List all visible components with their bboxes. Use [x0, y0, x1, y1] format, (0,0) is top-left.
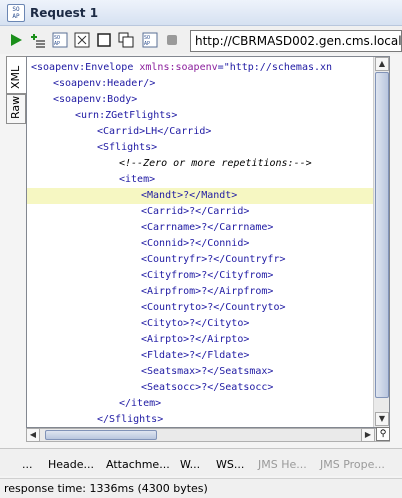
scroll-right-arrow-icon[interactable]: ▶ [361, 428, 375, 442]
bottom-tab[interactable]: WS... [216, 458, 244, 471]
magnifier-icon[interactable]: ⚲ [376, 427, 390, 441]
xml-token: <soapenv:Body> [53, 94, 138, 105]
vertical-scrollbar[interactable]: ▲ ▼ [373, 57, 389, 427]
xml-token: <Carrid>LH</Carrid> [97, 126, 212, 137]
xml-line[interactable]: <Carrid>LH</Carrid> [27, 124, 373, 140]
submit-request-icon[interactable] [8, 32, 24, 48]
xml-line[interactable]: <soapenv:Envelope xmlns:soapenv="http://… [27, 60, 373, 76]
xml-token: <soapenv:Header/> [53, 78, 156, 89]
xml-token: <Carrid>?</Carrid> [141, 206, 250, 217]
xml-token: <!--Zero or more repetitions:--> [119, 158, 312, 169]
copy-icon[interactable] [118, 32, 134, 48]
xml-line[interactable]: <Airpto>?</Airpto> [27, 332, 373, 348]
bottom-tab[interactable]: Heade... [48, 458, 94, 471]
xml-line[interactable]: <Fldate>?</Fldate> [27, 348, 373, 364]
xml-line[interactable]: <Carrid>?</Carrid> [27, 204, 373, 220]
xml-line[interactable]: <Cityfrom>?</Cityfrom> [27, 268, 373, 284]
xml-line[interactable]: <Seatsocc>?</Seatsocc> [27, 380, 373, 396]
horizontal-scrollbar[interactable]: ◀ ▶ [26, 428, 390, 442]
xml-line[interactable]: <soapenv:Body> [27, 92, 373, 108]
xml-line[interactable]: <Countryfr>?</Countryfr> [27, 252, 373, 268]
vertical-scroll-thumb[interactable] [375, 72, 389, 398]
xml-line[interactable]: <!--Zero or more repetitions:--> [27, 156, 373, 172]
bottom-tab[interactable]: ... [22, 458, 33, 471]
xml-token: <Fldate>?</Fldate> [141, 350, 250, 361]
xml-token: <Mandt>?</Mandt> [141, 190, 238, 201]
scroll-up-arrow-icon[interactable]: ▲ [375, 57, 389, 71]
add-endpoint-icon[interactable] [30, 32, 46, 48]
soapui-logo-icon: SO AP [7, 4, 25, 22]
xml-token: <Cityfrom>?</Cityfrom> [141, 270, 274, 281]
xml-token: "http://schemas.xn [223, 62, 333, 73]
xml-token: <Carrname>?</Carrname> [141, 222, 274, 233]
xml-token: <urn:ZGetFlights> [75, 110, 178, 121]
settings-icon[interactable]: SOAP [142, 32, 158, 48]
xml-token: <Cityto>?</Cityto> [141, 318, 250, 329]
xml-line[interactable]: <Seatsmax>?</Seatsmax> [27, 364, 373, 380]
square-icon[interactable] [96, 32, 112, 48]
svg-text:AP: AP [144, 41, 150, 47]
form-view-icon[interactable] [74, 32, 90, 48]
wsdl-icon[interactable]: SOAP [52, 32, 68, 48]
xml-line[interactable]: </Sflights> [27, 412, 373, 427]
xml-line[interactable]: <Countryto>?</Countryto> [27, 300, 373, 316]
tab-xml[interactable]: XML [6, 56, 26, 94]
bottom-tab[interactable]: JMS He... [258, 458, 307, 471]
xml-line[interactable]: <Airpfrom>?</Airpfrom> [27, 284, 373, 300]
xml-token: <item> [119, 174, 156, 185]
xml-token: xmlns:soapenv [139, 62, 218, 73]
svg-text:AP: AP [54, 41, 60, 47]
xml-line[interactable]: <Cityto>?</Cityto> [27, 316, 373, 332]
endpoint-url-field[interactable]: http://CBRMASD002.gen.cms.local:8002 [190, 30, 402, 52]
xml-token: <Connid>?</Connid> [141, 238, 250, 249]
xml-line[interactable]: <Carrname>?</Carrname> [27, 220, 373, 236]
xml-token: <soapenv:Envelope [31, 62, 140, 73]
horizontal-scroll-thumb[interactable] [45, 430, 157, 440]
xml-token: <Airpfrom>?</Airpfrom> [141, 286, 274, 297]
bottom-tab[interactable]: W... [180, 458, 200, 471]
xml-line[interactable]: <Sflights> [27, 140, 373, 156]
scroll-down-arrow-icon[interactable]: ▼ [375, 412, 389, 426]
response-time-text: response time: 1336ms (4300 bytes) [4, 482, 208, 495]
xml-token: <Sflights> [97, 142, 158, 153]
xml-token: <Airpto>?</Airpto> [141, 334, 250, 345]
xml-token: <Countryto>?</Countryto> [141, 302, 286, 313]
xml-token: <Seatsmax>?</Seatsmax> [141, 366, 274, 377]
status-bar: response time: 1336ms (4300 bytes) [0, 478, 402, 498]
xml-token: </item> [119, 398, 162, 409]
xml-token: </Sflights> [97, 414, 164, 425]
scroll-left-arrow-icon[interactable]: ◀ [26, 428, 40, 442]
xml-line[interactable]: <item> [27, 172, 373, 188]
xml-line[interactable]: <Mandt>?</Mandt> [27, 188, 373, 204]
window-title: Request 1 [30, 6, 99, 20]
xml-line[interactable]: </item> [27, 396, 373, 412]
xml-line[interactable]: <soapenv:Header/> [27, 76, 373, 92]
xml-token: <Countryfr>?</Countryfr> [141, 254, 286, 265]
xml-line[interactable]: <Connid>?</Connid> [27, 236, 373, 252]
xml-line[interactable]: <urn:ZGetFlights> [27, 108, 373, 124]
stop-icon[interactable] [164, 32, 180, 48]
toolbar: SO AP SO AP http://CBRMASD002.gen.cms.loca… [0, 26, 402, 54]
xml-code[interactable]: <soapenv:Envelope xmlns:soapenv="http://… [27, 60, 373, 427]
tab-xml-label: XML [9, 65, 22, 89]
tab-raw-label: Raw [9, 95, 22, 119]
xml-token: <Seatsocc>?</Seatsocc> [141, 382, 274, 393]
request-bottom-tabs: ... Heade... Attachme... W... WS... JMS He...… [0, 448, 402, 476]
tab-raw[interactable]: Raw [6, 94, 26, 124]
bottom-tab[interactable]: JMS Prope... [320, 458, 385, 471]
xml-editor[interactable]: <soapenv:Envelope xmlns:soapenv="http://… [26, 56, 390, 428]
bottom-tab[interactable]: Attachme... [106, 458, 170, 471]
title-bar: SO AP Request 1 [0, 0, 402, 26]
